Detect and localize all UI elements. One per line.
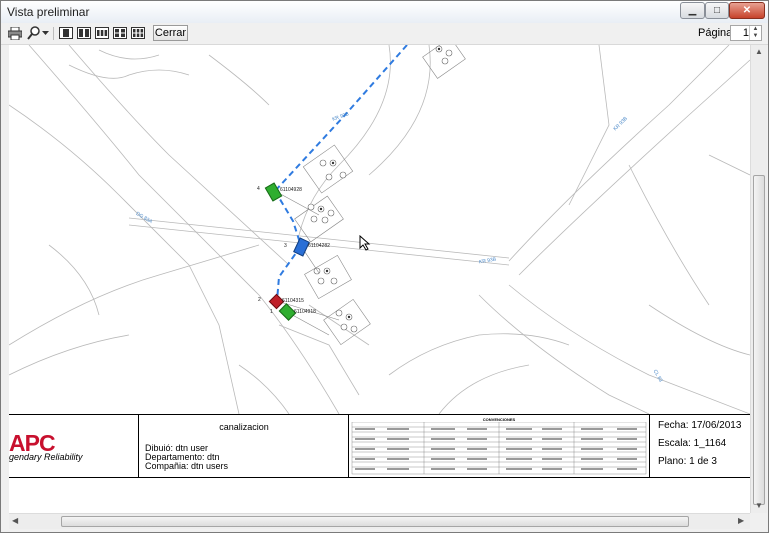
four-pages-icon: [113, 27, 127, 39]
scroll-up-icon[interactable]: ▲: [755, 47, 763, 56]
dropdown-arrow-icon: [41, 31, 49, 35]
logo-tagline: gendary Reliability: [9, 452, 83, 462]
zoom-dropdown[interactable]: [40, 26, 50, 40]
three-pages-icon: [95, 27, 109, 39]
one-page-button[interactable]: [58, 26, 74, 40]
three-pages-button[interactable]: [94, 26, 110, 40]
spin-arrows-icon[interactable]: ▲ ▼: [749, 26, 761, 40]
printer-icon: [8, 26, 22, 40]
marker-number: 4: [257, 186, 260, 192]
maximize-icon: □: [713, 5, 721, 16]
project-cell: canalizacion Dibuió: dtn user Departamen…: [139, 415, 349, 477]
legend-cell: CONVENCIONES: [349, 415, 650, 477]
scroll-right-icon[interactable]: ▶: [738, 516, 744, 525]
title-bar[interactable]: Vista preliminar ▁ □ ✕: [1, 1, 768, 23]
two-pages-icon: [77, 27, 91, 39]
close-preview-button[interactable]: Cerrar: [153, 25, 188, 41]
scroll-down-icon[interactable]: ▼: [755, 501, 763, 510]
legend-table: [351, 422, 647, 475]
window-close-button[interactable]: ✕: [729, 2, 765, 19]
vertical-scrollbar[interactable]: ▲ ▼: [750, 45, 767, 513]
two-pages-button[interactable]: [76, 26, 92, 40]
zoom-icon: [27, 26, 40, 40]
map-drawing: [9, 45, 750, 414]
marker-code: 61104282: [308, 243, 330, 249]
title-block: APC gendary Reliability canalizacion Dib…: [9, 414, 750, 478]
page-stepper[interactable]: ▲▼: [730, 25, 762, 41]
marker-code: 61104918: [294, 309, 316, 315]
marker-code: 61104928: [280, 187, 302, 193]
marker-number: 3: [284, 243, 287, 249]
scale-text: Escala: 1_1164: [658, 438, 727, 449]
company: Compañia: dtn users: [145, 461, 229, 471]
date-text: Fecha: 17/06/2013: [658, 420, 742, 431]
toolbar: Cerrar Página ▲▼: [1, 23, 768, 45]
mouse-cursor-icon: [359, 235, 371, 251]
marker-number: 2: [258, 297, 261, 303]
horizontal-scrollbar[interactable]: ◀ ▶: [9, 513, 750, 529]
toolbar-separator: [53, 27, 54, 40]
six-pages-button[interactable]: [130, 26, 146, 40]
page-number-input[interactable]: [731, 26, 749, 39]
info-cell: Fecha: 17/06/2013 Escala: 1_1164 Plano: …: [650, 415, 750, 477]
project-title: canalizacion: [219, 422, 269, 432]
six-pages-icon: [131, 27, 145, 39]
four-pages-button[interactable]: [112, 26, 128, 40]
vertical-scroll-thumb[interactable]: [753, 175, 765, 505]
horizontal-scroll-thumb[interactable]: [61, 516, 689, 527]
one-page-icon: [59, 27, 73, 39]
plan-text: Plano: 1 de 3: [658, 456, 717, 467]
print-button[interactable]: [7, 26, 23, 40]
minimize-button[interactable]: ▁: [680, 2, 705, 19]
preview-window: Vista preliminar ▁ □ ✕ Cerrar Página 1 ▲…: [0, 0, 769, 533]
window-title: Vista preliminar: [7, 5, 90, 19]
marker-number: 1: [270, 309, 273, 315]
close-icon: ✕: [742, 5, 752, 16]
maximize-button[interactable]: □: [705, 2, 729, 19]
logo-cell: APC gendary Reliability: [9, 415, 139, 477]
preview-canvas[interactable]: KR 93B DG 83A KR 93B CL 83 KR 93B 4 6110…: [9, 45, 750, 513]
scroll-left-icon[interactable]: ◀: [12, 516, 18, 525]
minimize-icon: ▁: [688, 5, 697, 16]
page-label: Página: [698, 27, 733, 39]
